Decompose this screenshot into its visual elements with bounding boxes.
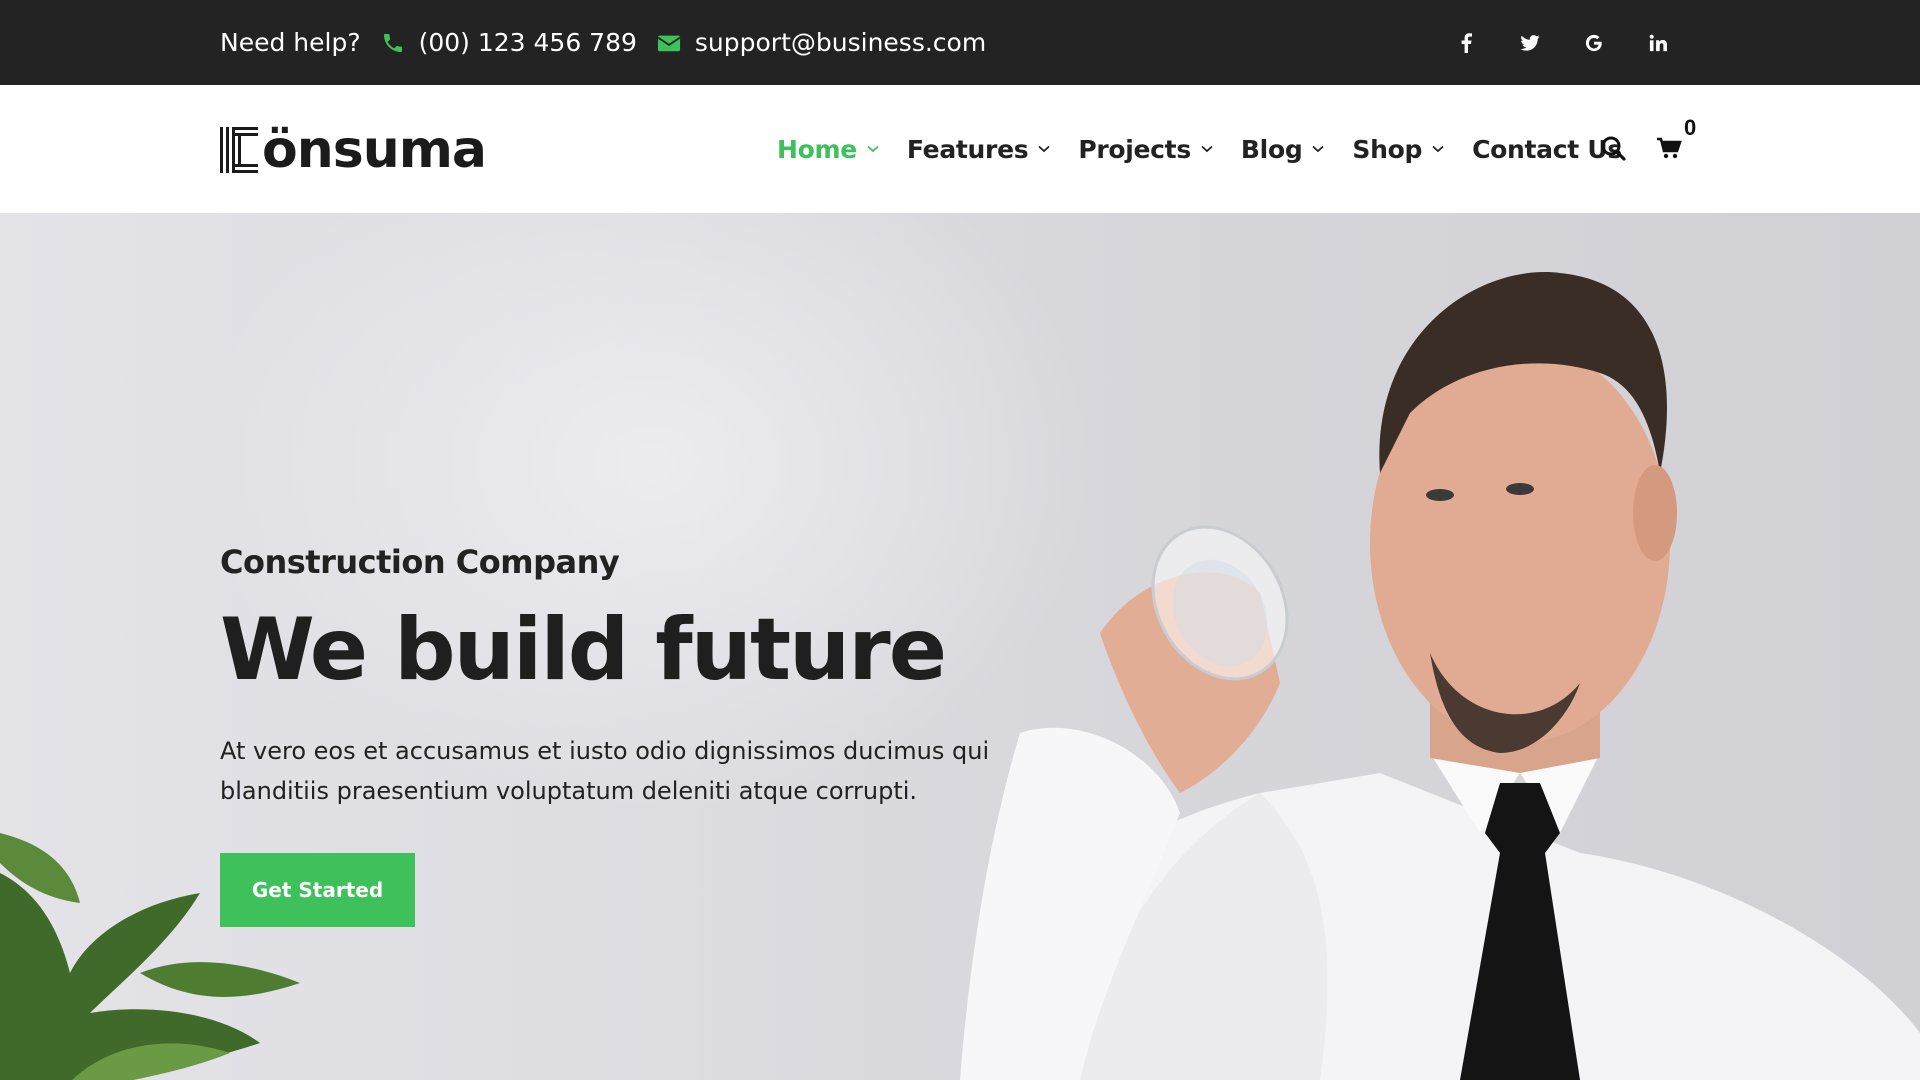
logo[interactable]: önsuma (220, 120, 487, 180)
social-links (1434, 0, 1690, 85)
email-link[interactable]: support@business.com (695, 28, 986, 57)
nav-label: Features (906, 134, 1029, 164)
hero-title: We build future (220, 600, 947, 700)
hero-subtitle: Construction Company (220, 543, 620, 581)
twitter-icon[interactable] (1498, 0, 1562, 85)
nav-home[interactable]: Home (777, 135, 879, 164)
hero-section: Construction Company We build future At … (0, 213, 1920, 1080)
chevron-down-icon (867, 145, 879, 153)
facebook-icon[interactable] (1434, 0, 1498, 85)
nav-label: Projects (1078, 134, 1191, 164)
nav-projects[interactable]: Projects (1078, 135, 1213, 164)
cart-icon[interactable]: 0 (1656, 115, 1696, 163)
search-icon[interactable] (1600, 135, 1628, 163)
hero-description: At vero eos et accusamus et iusto odio d… (220, 737, 990, 806)
nav-shop[interactable]: Shop (1352, 135, 1444, 164)
hero-photo-businessman (960, 272, 1920, 1080)
help-label: Need help? (220, 28, 361, 57)
email-icon (657, 31, 681, 55)
header-actions: 0 (1600, 85, 1696, 213)
nav-label: Home (777, 134, 857, 164)
linkedin-icon[interactable] (1626, 0, 1690, 85)
hero-content: Construction Company We build future At … (220, 543, 1050, 928)
cart-count-badge: 0 (1684, 115, 1697, 140)
nav-features[interactable]: Features (907, 135, 1050, 164)
contact-info: Need help? (00) 123 456 789 support@busi… (220, 0, 986, 85)
chevron-down-icon (1038, 145, 1050, 153)
chevron-down-icon (1312, 145, 1325, 153)
nav-blog[interactable]: Blog (1241, 135, 1325, 164)
nav-label: Blog (1240, 134, 1303, 164)
phone-icon (381, 31, 405, 55)
logo-mark (220, 127, 258, 173)
chevron-down-icon (1432, 145, 1444, 153)
main-nav: Home Features Projects Blog Shop Contact… (777, 85, 1650, 213)
chevron-down-icon (1201, 145, 1213, 153)
google-icon[interactable] (1562, 0, 1626, 85)
phone-link[interactable]: (00) 123 456 789 (419, 28, 637, 57)
top-bar: Need help? (00) 123 456 789 support@busi… (0, 0, 1920, 85)
nav-label: Shop (1352, 134, 1423, 164)
logo-text: önsuma (262, 120, 487, 180)
main-header: önsuma Home Features Projects Blog Shop … (0, 85, 1920, 213)
get-started-button[interactable]: Get Started (220, 853, 415, 928)
